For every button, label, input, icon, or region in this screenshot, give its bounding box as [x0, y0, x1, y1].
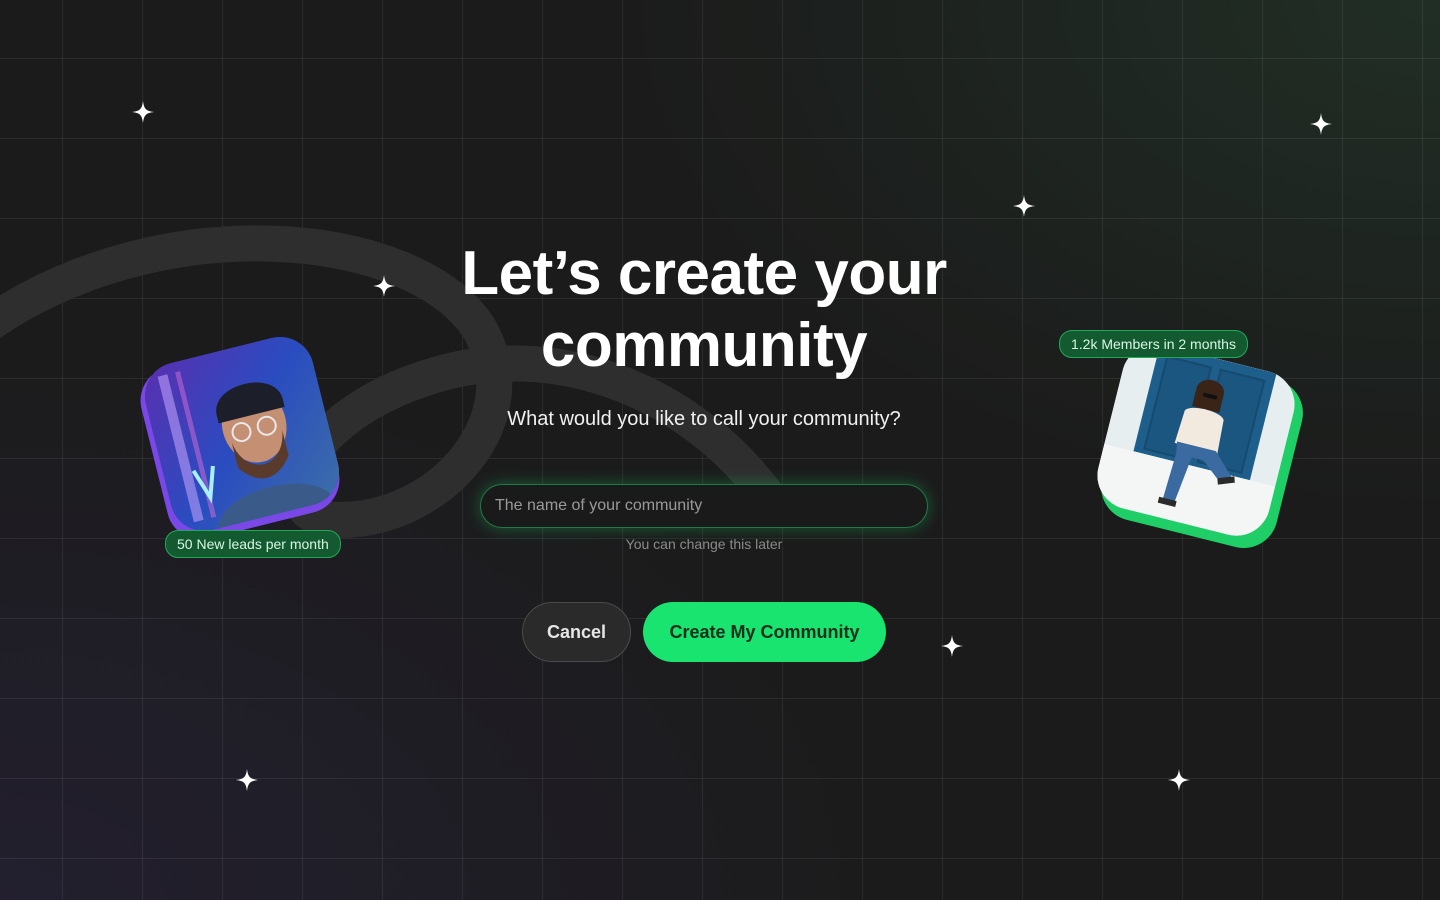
sparkle-icon [1013, 195, 1035, 217]
sparkle-icon [1310, 113, 1332, 135]
page-subtitle: What would you like to call your communi… [507, 408, 901, 430]
community-name-field [480, 484, 928, 528]
page-title-line-1: Let’s create your [461, 239, 947, 308]
cancel-button[interactable]: Cancel [522, 602, 631, 662]
sparkle-icon [1168, 769, 1190, 791]
sparkle-icon [236, 769, 258, 791]
sparkle-icon [941, 635, 963, 657]
members-stat-badge: 1.2k Members in 2 months [1059, 330, 1248, 358]
page-title-line-2: community [540, 311, 868, 380]
sparkle-icon [373, 275, 395, 297]
leads-stat-badge: 50 New leads per month [165, 530, 341, 558]
sparkle-icon [132, 101, 154, 123]
input-hint: You can change this later [625, 536, 783, 552]
community-name-input[interactable] [481, 485, 927, 527]
page-title: Let’s create your community [420, 238, 988, 382]
create-community-button[interactable]: Create My Community [643, 602, 886, 662]
